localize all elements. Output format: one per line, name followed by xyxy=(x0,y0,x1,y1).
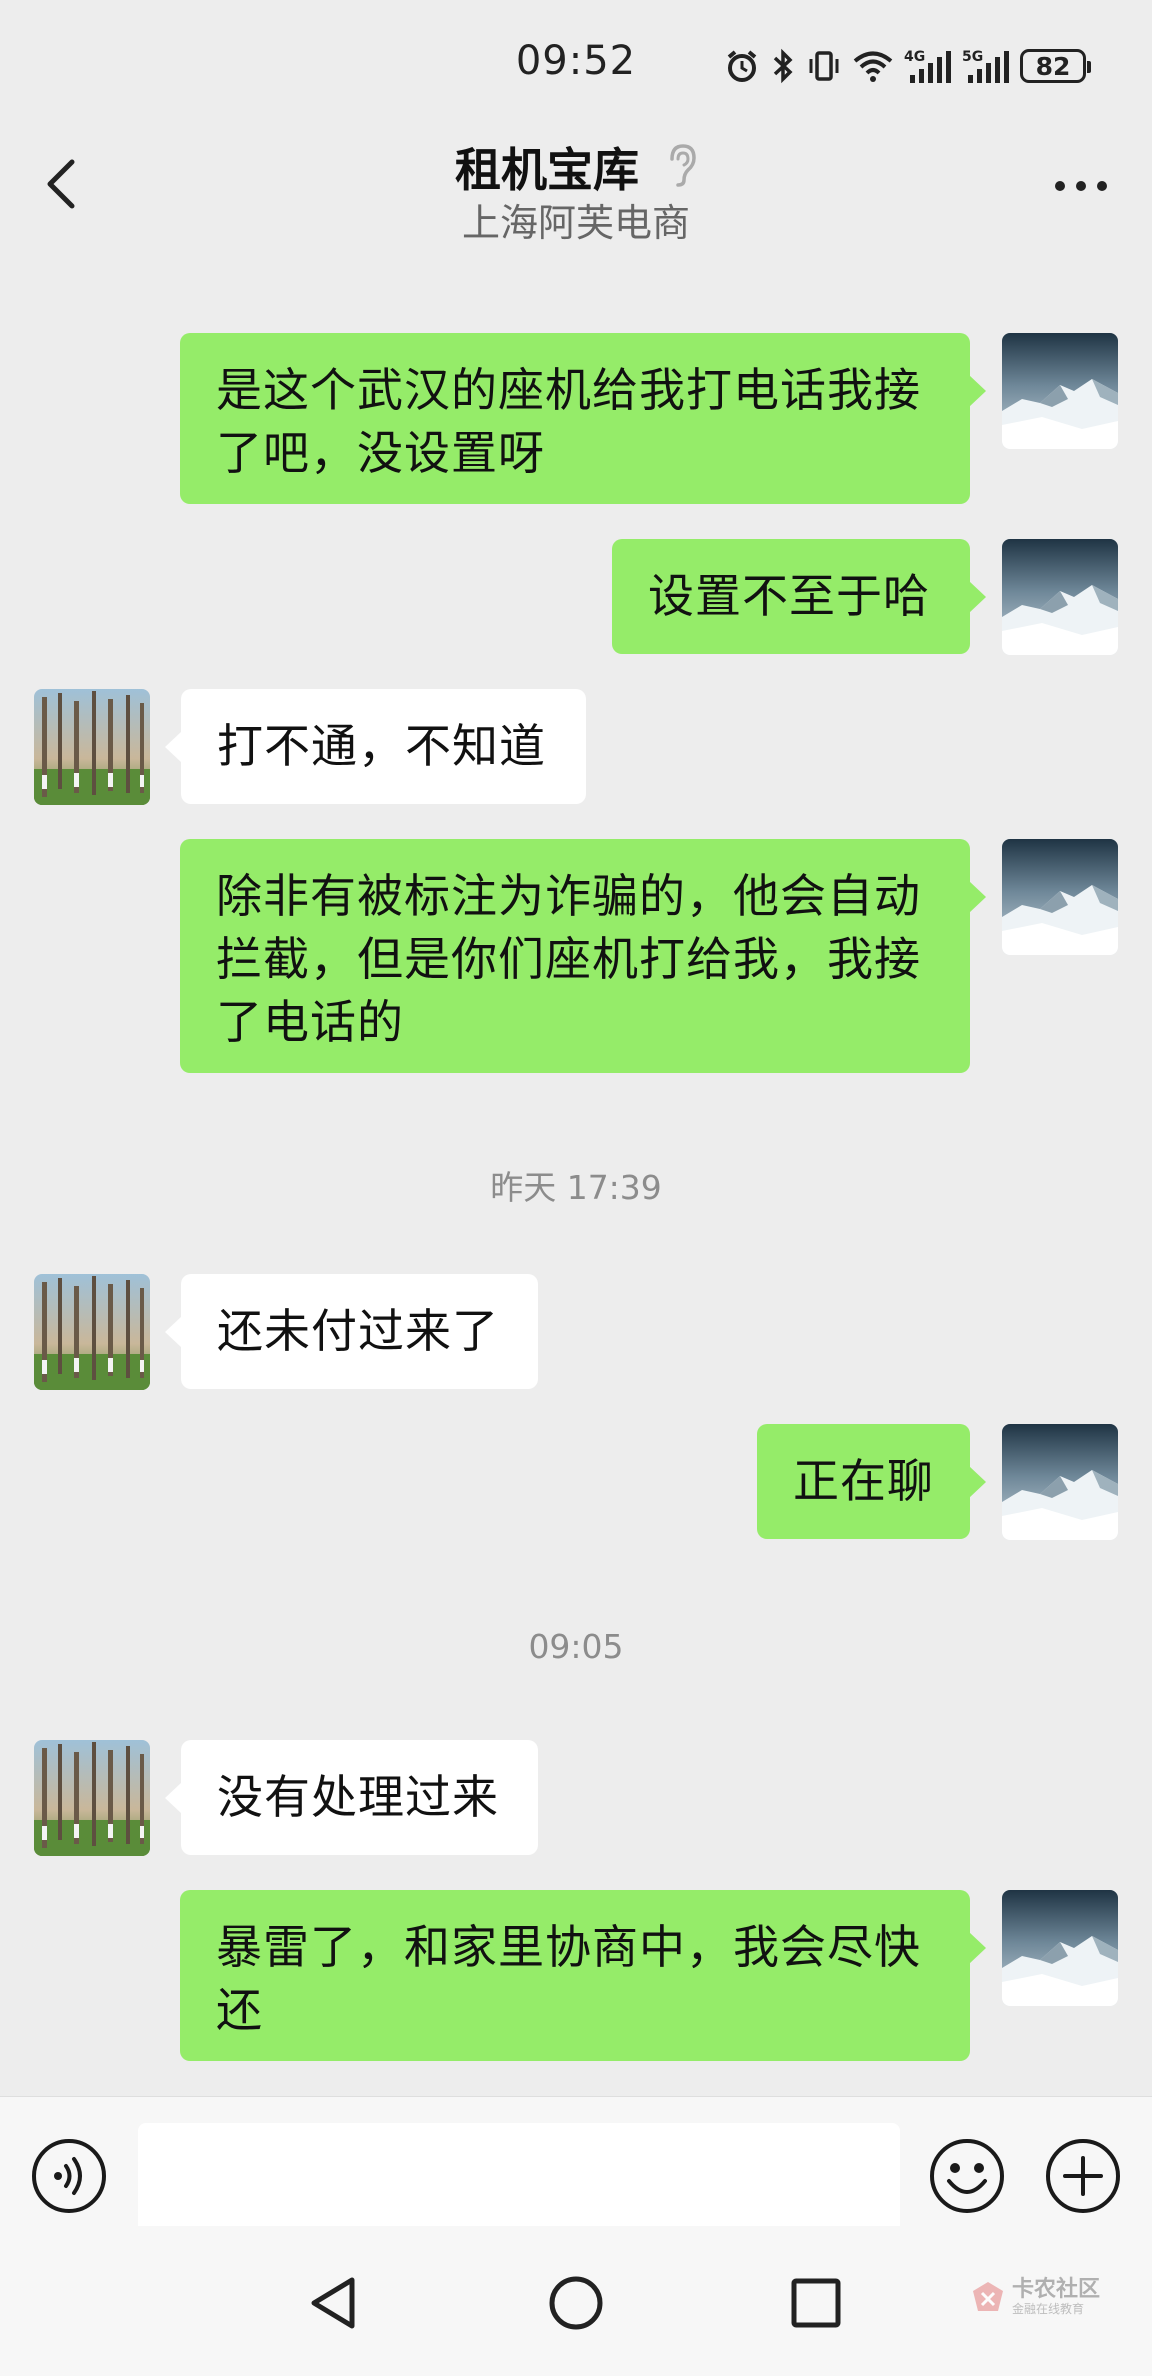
battery-level: 82 xyxy=(1035,51,1071,81)
message-bubble[interactable]: 除非有被标注为诈骗的，他会自动拦截，但是你们座机打给我，我接了电话的 xyxy=(180,839,986,1073)
my-avatar[interactable] xyxy=(1002,1890,1118,2006)
plus-button[interactable] xyxy=(1044,2137,1122,2215)
wifi-icon xyxy=(852,48,894,84)
emoji-icon xyxy=(930,2139,1004,2213)
input-bar xyxy=(0,2096,1152,2233)
chat-title-wrap: 租机宝库 xyxy=(0,130,1152,200)
svg-text:5G: 5G xyxy=(962,49,983,65)
ear-icon xyxy=(667,143,697,191)
nav-recents-button[interactable] xyxy=(781,2268,851,2338)
watermark-title: 卡农社区 xyxy=(1011,2277,1100,2302)
my-avatar[interactable] xyxy=(1002,333,1118,449)
signal-5g-icon: 5G xyxy=(962,47,1010,85)
alarm-icon xyxy=(724,48,760,84)
emoji-button[interactable] xyxy=(928,2137,1006,2215)
contact-avatar[interactable] xyxy=(34,1740,150,1856)
voice-button[interactable] xyxy=(30,2137,108,2215)
message-bubble[interactable]: 打不通，不知道 xyxy=(165,689,586,804)
svg-text:4G: 4G xyxy=(904,49,925,65)
watermark-logo-icon xyxy=(972,2282,1003,2311)
my-avatar[interactable] xyxy=(1002,539,1118,655)
bluetooth-icon xyxy=(770,48,796,84)
more-button[interactable] xyxy=(1046,156,1116,216)
watermark-text: 卡农社区 金融在线教育 xyxy=(1011,2277,1100,2317)
my-avatar[interactable] xyxy=(1002,1424,1118,1540)
contact-avatar[interactable] xyxy=(34,689,150,805)
watermark: 卡农社区 金融在线教育 xyxy=(970,2278,1100,2316)
nav-back-icon xyxy=(311,2277,355,2329)
timestamp: 昨天 17:39 xyxy=(490,1168,662,1207)
watermark-subtitle: 金融在线教育 xyxy=(1011,2302,1084,2316)
message-bubble[interactable]: 正在聊 xyxy=(757,1424,986,1539)
vibrate-icon xyxy=(806,48,842,84)
nav-back-button[interactable] xyxy=(300,2268,370,2338)
status-bar: 09:52 4G 5G 82 xyxy=(0,0,1152,130)
message-bubble[interactable]: 是这个武汉的座机给我打电话我接了吧，没设置呀 xyxy=(180,333,986,504)
plus-icon xyxy=(1046,2139,1120,2213)
timestamp: 09:05 xyxy=(528,1627,624,1666)
message-bubble[interactable]: 没有处理过来 xyxy=(165,1740,538,1855)
chat-subtitle: 上海阿芙电商 xyxy=(461,201,690,245)
voice-icon xyxy=(32,2139,106,2213)
contact-avatar[interactable] xyxy=(34,1274,150,1390)
signal-4g-icon: 4G xyxy=(904,47,952,85)
nav-recents-icon xyxy=(791,2278,841,2328)
nav-home-icon xyxy=(549,2276,603,2330)
my-avatar[interactable] xyxy=(1002,839,1118,955)
battery-icon: 82 xyxy=(1020,49,1091,83)
message-bubble[interactable]: 还未付过来了 xyxy=(165,1274,538,1389)
message-bubble[interactable]: 暴雷了，和家里协商中，我会尽快还 xyxy=(180,1890,986,2061)
system-navigation: 卡农社区 金融在线教育 xyxy=(0,2226,1152,2376)
message-bubble[interactable]: 设置不至于哈 xyxy=(612,539,986,654)
message-input[interactable] xyxy=(138,2123,900,2233)
chat-title[interactable]: 租机宝库 xyxy=(455,134,639,200)
chat-header: 租机宝库 上海阿芙电商 xyxy=(0,130,1152,260)
nav-home-button[interactable] xyxy=(541,2268,611,2338)
status-icons: 4G 5G 82 xyxy=(724,44,1091,88)
more-icon xyxy=(1055,181,1107,191)
